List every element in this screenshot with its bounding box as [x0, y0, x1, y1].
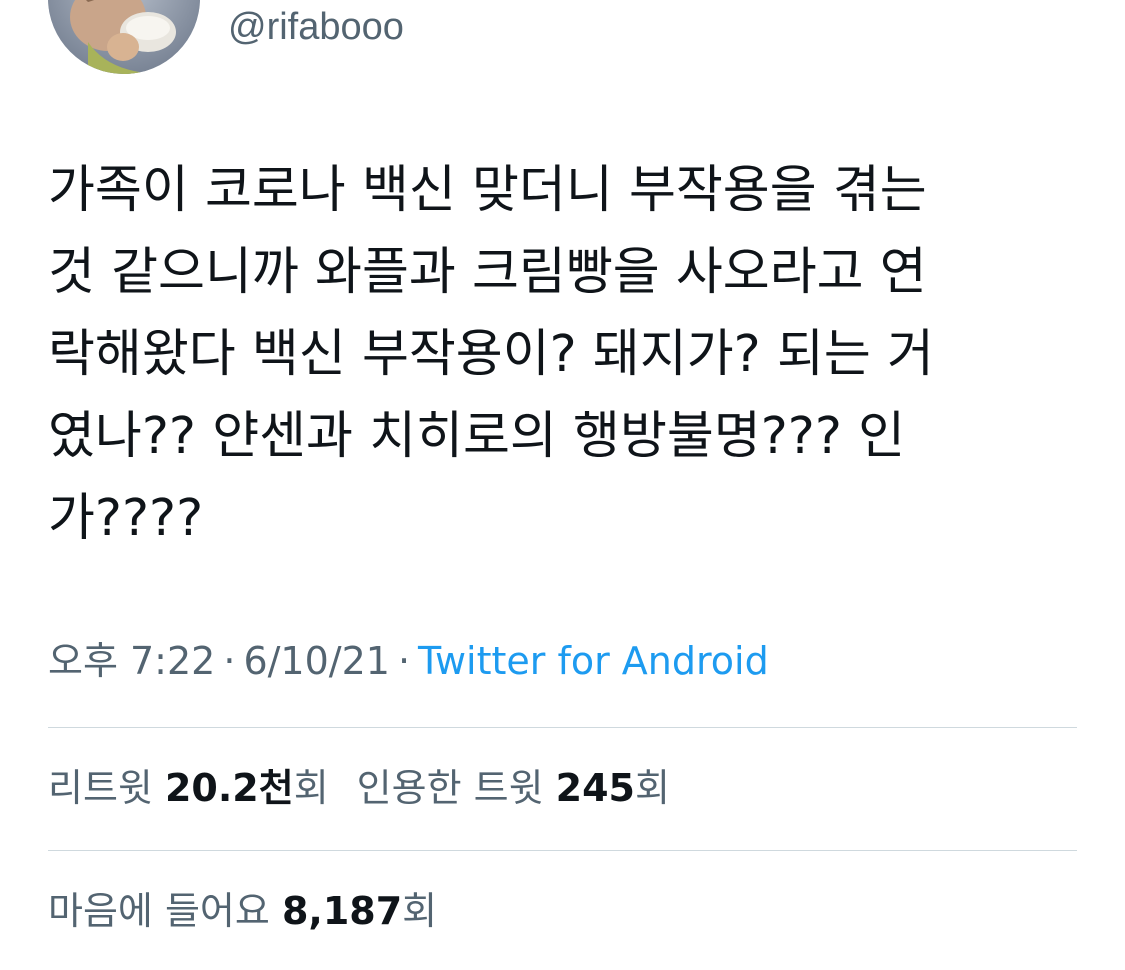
quotes-count: 245: [555, 766, 635, 810]
tweet-source-link[interactable]: Twitter for Android: [418, 639, 769, 683]
likes-label: 마음에 들어요: [48, 889, 270, 933]
tweet-line: 였나?? 얀센과 치히로의 행방불명??? 인: [48, 407, 906, 466]
tweet-meta: 오후 7:22 · 6/10/21 · Twitter for Android: [48, 635, 769, 687]
avatar[interactable]: [48, 0, 200, 74]
tweet-line: 가족이 코로나 백신 맞더니 부작용을 겪는: [48, 161, 927, 220]
likes-unit: 회: [402, 889, 438, 933]
tweet-time[interactable]: 오후 7:22: [48, 639, 215, 683]
meta-separator: ·: [397, 639, 411, 683]
tweet-line: 것 같으니까 와플과 크림빵을 사오라고 연: [48, 243, 927, 302]
tweet-line: 가????: [48, 489, 204, 548]
retweets-unit: 회: [293, 766, 329, 810]
quotes-label: 인용한 트윗: [356, 766, 544, 810]
likes-count: 8,187: [281, 889, 403, 933]
tweet-date[interactable]: 6/10/21: [243, 639, 390, 683]
likes-stats: 마음에 들어요 8,187회: [48, 885, 437, 937]
likes-stat[interactable]: 마음에 들어요 8,187회: [48, 889, 437, 933]
meta-separator: ·: [223, 639, 236, 683]
divider: [48, 850, 1077, 851]
quotes-stat[interactable]: 인용한 트윗 245회: [357, 766, 670, 810]
quotes-unit: 회: [634, 766, 670, 810]
profile-photo-icon: [48, 0, 200, 74]
tweet-line: 락해왔다 백신 부작용이? 돼지가? 되는 거: [48, 325, 934, 384]
tweet-text: 가족이 코로나 백신 맞더니 부작용을 겪는 것 같으니까 와플과 크림빵을 사…: [48, 150, 1088, 560]
retweets-count: 20.2천: [164, 766, 294, 810]
retweets-stat[interactable]: 리트윗 20.2천회: [48, 766, 329, 810]
retweets-label: 리트윗: [48, 766, 153, 810]
retweet-quote-stats: 리트윗 20.2천회 인용한 트윗 245회: [48, 762, 670, 814]
divider: [48, 727, 1077, 728]
author-handle[interactable]: @rifabooo: [228, 4, 404, 50]
